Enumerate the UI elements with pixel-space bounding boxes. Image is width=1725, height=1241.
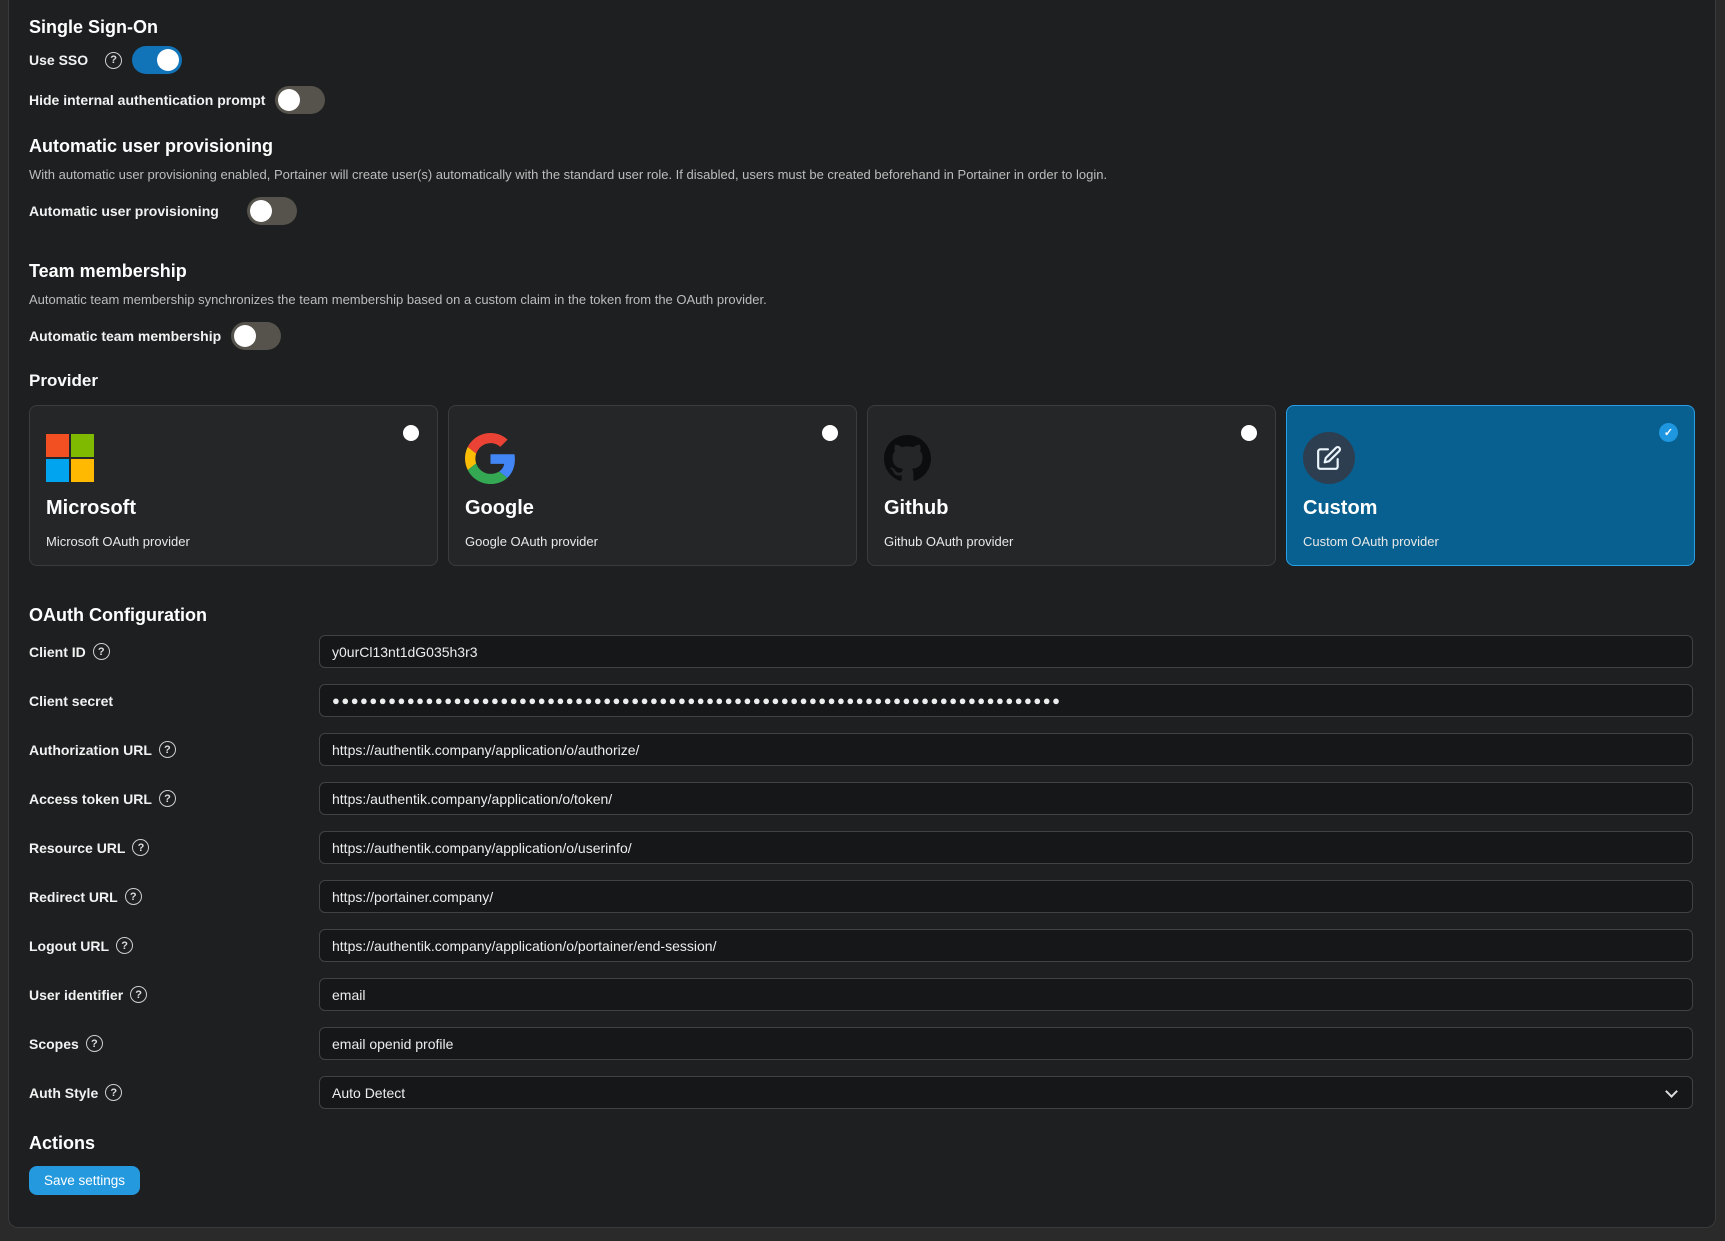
provider-card-google[interactable]: Google Google OAuth provider xyxy=(448,405,857,566)
field-row-client-secret: Client secret xyxy=(29,684,1699,717)
provider-card-subtitle: Github OAuth provider xyxy=(884,534,1259,549)
label-text: User identifier xyxy=(29,987,123,1003)
auth-style-label: Auth Style ? xyxy=(29,1084,319,1101)
provider-card-github[interactable]: Github Github OAuth provider xyxy=(867,405,1276,566)
team-membership-label: Automatic team membership xyxy=(29,328,221,344)
field-row-access-token-url: Access token URL ? xyxy=(29,782,1699,815)
help-icon[interactable]: ? xyxy=(132,839,149,856)
provider-card-title: Custom xyxy=(1303,497,1678,520)
provider-card-microsoft[interactable]: Microsoft Microsoft OAuth provider xyxy=(29,405,438,566)
help-icon[interactable]: ? xyxy=(93,643,110,660)
auto-user-provisioning-heading: Automatic user provisioning xyxy=(29,135,1699,157)
field-row-auth-style: Auth Style ? Auto Detect xyxy=(29,1076,1699,1109)
provider-cards: Microsoft Microsoft OAuth provider Googl… xyxy=(29,405,1699,566)
scopes-label: Scopes ? xyxy=(29,1035,319,1052)
field-row-redirect-url: Redirect URL ? xyxy=(29,880,1699,913)
github-logo xyxy=(884,432,1259,484)
hide-internal-auth-toggle[interactable] xyxy=(275,86,325,114)
help-icon[interactable]: ? xyxy=(105,1084,122,1101)
radio-unselected-icon[interactable] xyxy=(1241,425,1257,441)
field-row-logout-url: Logout URL ? xyxy=(29,929,1699,962)
provider-card-subtitle: Custom OAuth provider xyxy=(1303,534,1678,549)
access-token-url-label: Access token URL ? xyxy=(29,790,319,807)
microsoft-logo xyxy=(46,432,421,484)
redirect-url-label: Redirect URL ? xyxy=(29,888,319,905)
help-icon[interactable]: ? xyxy=(105,52,122,69)
toggle-knob xyxy=(157,49,179,71)
use-sso-row: Use SSO ? xyxy=(29,45,1699,75)
resource-url-label: Resource URL ? xyxy=(29,839,319,856)
use-sso-toggle[interactable] xyxy=(132,46,182,74)
use-sso-label: Use SSO xyxy=(29,52,88,68)
user-identifier-label: User identifier ? xyxy=(29,986,319,1003)
help-icon[interactable]: ? xyxy=(86,1035,103,1052)
access-token-url-input[interactable] xyxy=(319,782,1693,815)
field-row-user-identifier: User identifier ? xyxy=(29,978,1699,1011)
help-icon[interactable]: ? xyxy=(159,790,176,807)
radio-unselected-icon[interactable] xyxy=(822,425,838,441)
user-identifier-input[interactable] xyxy=(319,978,1693,1011)
redirect-url-input[interactable] xyxy=(319,880,1693,913)
auto-user-provisioning-toggle[interactable] xyxy=(247,197,297,225)
logout-url-label: Logout URL ? xyxy=(29,937,319,954)
field-row-resource-url: Resource URL ? xyxy=(29,831,1699,864)
client-secret-label: Client secret xyxy=(29,693,319,709)
provider-card-custom[interactable]: ✓ Custom Custom OAuth provider xyxy=(1286,405,1695,566)
auto-user-provisioning-row: Automatic user provisioning xyxy=(29,196,1699,226)
help-icon[interactable]: ? xyxy=(125,888,142,905)
authorization-url-label: Authorization URL ? xyxy=(29,741,319,758)
help-icon[interactable]: ? xyxy=(116,937,133,954)
save-settings-button[interactable]: Save settings xyxy=(29,1166,140,1195)
auto-user-provisioning-label: Automatic user provisioning xyxy=(29,203,219,219)
client-id-label: Client ID ? xyxy=(29,643,319,660)
team-membership-description: Automatic team membership synchronizes t… xyxy=(29,292,1699,308)
help-icon[interactable]: ? xyxy=(130,986,147,1003)
label-text: Auth Style xyxy=(29,1085,98,1101)
client-id-input[interactable] xyxy=(319,635,1693,668)
oauth-configuration-heading: OAuth Configuration xyxy=(29,604,1699,626)
team-membership-heading: Team membership xyxy=(29,260,1699,282)
edit-pencil-square-icon xyxy=(1303,432,1678,484)
logout-url-input[interactable] xyxy=(319,929,1693,962)
team-membership-toggle[interactable] xyxy=(231,322,281,350)
auth-style-select[interactable]: Auto Detect xyxy=(319,1076,1693,1109)
provider-card-subtitle: Microsoft OAuth provider xyxy=(46,534,421,549)
check-icon: ✓ xyxy=(1659,423,1678,442)
team-membership-row: Automatic team membership xyxy=(29,321,1699,351)
google-logo xyxy=(465,432,840,484)
hide-internal-auth-row: Hide internal authentication prompt xyxy=(29,85,1699,115)
help-icon[interactable]: ? xyxy=(159,741,176,758)
label-text: Logout URL xyxy=(29,938,109,954)
field-row-client-id: Client ID ? xyxy=(29,635,1699,668)
field-row-authorization-url: Authorization URL ? xyxy=(29,733,1699,766)
provider-card-title: Github xyxy=(884,497,1259,520)
toggle-knob xyxy=(250,200,272,222)
label-text: Access token URL xyxy=(29,791,152,807)
label-text: Client secret xyxy=(29,693,113,709)
actions-heading: Actions xyxy=(29,1132,1699,1154)
scopes-input[interactable] xyxy=(319,1027,1693,1060)
radio-unselected-icon[interactable] xyxy=(403,425,419,441)
label-text: Authorization URL xyxy=(29,742,152,758)
selected-option: Auto Detect xyxy=(332,1085,405,1101)
label-text: Scopes xyxy=(29,1036,79,1052)
label-text: Resource URL xyxy=(29,840,125,856)
provider-card-title: Google xyxy=(465,497,840,520)
label-text: Redirect URL xyxy=(29,889,118,905)
chevron-down-icon xyxy=(1665,1085,1678,1098)
provider-heading: Provider xyxy=(29,370,1699,392)
toggle-knob xyxy=(278,89,300,111)
field-row-scopes: Scopes ? xyxy=(29,1027,1699,1060)
label-text: Client ID xyxy=(29,644,86,660)
oauth-settings-panel: Single Sign-On Use SSO ? Hide internal a… xyxy=(8,0,1716,1228)
provider-card-subtitle: Google OAuth provider xyxy=(465,534,840,549)
authorization-url-input[interactable] xyxy=(319,733,1693,766)
toggle-knob xyxy=(234,325,256,347)
hide-internal-auth-label: Hide internal authentication prompt xyxy=(29,92,265,108)
auto-user-provisioning-description: With automatic user provisioning enabled… xyxy=(29,167,1699,183)
resource-url-input[interactable] xyxy=(319,831,1693,864)
client-secret-input[interactable] xyxy=(319,684,1693,717)
single-sign-on-heading: Single Sign-On xyxy=(29,16,1699,38)
provider-card-title: Microsoft xyxy=(46,497,421,520)
